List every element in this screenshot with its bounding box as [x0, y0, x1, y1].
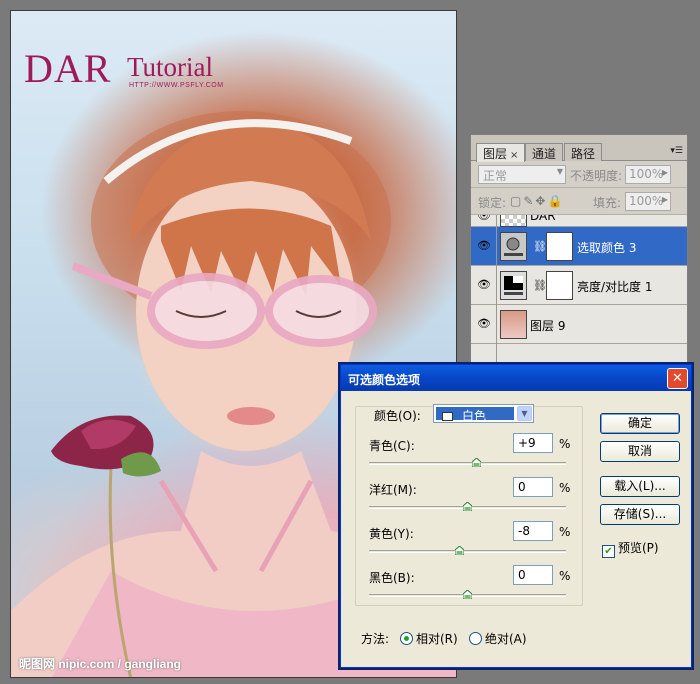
eye-icon[interactable]: 👁: [475, 215, 493, 223]
fill-value: 100%: [629, 194, 664, 208]
close-icon[interactable]: ×: [510, 150, 518, 161]
link-icon: ⛓: [533, 240, 547, 253]
yellow-unit: %: [559, 525, 571, 539]
method-absolute-label: 绝对(A): [485, 632, 527, 646]
logo-tutorial: Tutorial: [127, 52, 214, 82]
black-input[interactable]: 0: [513, 565, 553, 585]
blend-mode-select[interactable]: 正常 ▼: [478, 165, 566, 184]
cyan-slider-track[interactable]: [369, 462, 566, 465]
opacity-label: 不透明度:: [570, 169, 623, 183]
colors-select[interactable]: 白色 ▼: [433, 404, 534, 423]
layer-row-dar[interactable]: 👁 DAR: [471, 215, 687, 246]
magenta-unit: %: [559, 481, 571, 495]
yellow-slider-handle[interactable]: [455, 546, 465, 555]
logo-dar: DAR: [24, 46, 112, 91]
magenta-slider-handle[interactable]: [463, 502, 472, 511]
tab-paths-label: 路径: [571, 147, 596, 161]
chevron-right-icon: ▶: [661, 168, 668, 177]
cyan-label: 青色(C):: [369, 439, 415, 453]
dialog-title: 可选颜色选项: [348, 373, 421, 387]
method-relative-label: 相对(R): [416, 632, 458, 646]
yellow-label: 黄色(Y):: [369, 527, 414, 541]
layers-panel: 图层 × 通道 路径 ▾☰ 正常 ▼ 不透明度: 100% ▶ 锁定: ▢✎✥🔒 …: [470, 134, 688, 371]
mask-thumbnail: [546, 232, 573, 261]
dialog-titlebar[interactable]: 可选颜色选项 ✕: [341, 365, 691, 391]
chevron-down-icon: ▼: [556, 167, 563, 176]
eye-icon[interactable]: 👁: [475, 278, 493, 292]
colors-label: 颜色(O):: [374, 409, 421, 423]
tab-channels[interactable]: 通道: [525, 143, 564, 161]
layer-row-selective-color[interactable]: 👁 ⛓ 选取颜色 3: [471, 227, 687, 266]
eye-icon[interactable]: 👁: [475, 317, 493, 331]
color-swatch: [442, 412, 453, 421]
layer-list: 👁 DAR 👁 ⛓ 选取颜色 3 👁 ⛓ 亮度/对比度 1 �: [471, 215, 687, 371]
tab-layers[interactable]: 图层 ×: [476, 143, 526, 162]
lock-label: 锁定:: [478, 196, 507, 210]
preview-checkbox[interactable]: ✔ 预览(P): [602, 539, 659, 558]
lock-row: 锁定: ▢✎✥🔒 填充: 100% ▶: [471, 188, 687, 215]
chevron-right-icon: ▶: [661, 195, 668, 204]
layer-name: 亮度/对比度 1: [577, 280, 653, 294]
load-button[interactable]: 载入(L)...: [600, 476, 680, 497]
magenta-label: 洋红(M):: [369, 483, 417, 497]
black-slider-handle[interactable]: [463, 590, 472, 599]
panel-menu-icon[interactable]: ▾☰: [670, 146, 683, 156]
save-button[interactable]: 存储(S)...: [600, 504, 680, 525]
preview-label: 预览(P): [618, 541, 659, 555]
logo-url: HTTP://WWW.PSFLY.COM: [129, 82, 224, 89]
tab-layers-label: 图层: [483, 147, 508, 161]
mask-thumbnail: [546, 271, 573, 300]
radio-unselected-icon: [469, 632, 482, 645]
chevron-down-icon[interactable]: ▼: [517, 406, 532, 421]
blend-mode-value: 正常: [483, 169, 508, 183]
black-label: 黑色(B):: [369, 571, 415, 585]
layer-thumbnail: [500, 215, 527, 227]
opacity-value: 100%: [629, 167, 664, 181]
layer-separator: [496, 305, 497, 344]
radio-selected-icon: [400, 632, 413, 645]
opacity-field[interactable]: 100% ▶: [625, 165, 671, 184]
blend-row: 正常 ▼ 不透明度: 100% ▶: [471, 161, 687, 188]
lock-icons[interactable]: ▢✎✥🔒: [510, 194, 564, 208]
layer-name: DAR: [530, 215, 556, 223]
layer-row-layer9[interactable]: 👁 图层 9: [471, 305, 687, 344]
ok-button[interactable]: 确定: [600, 413, 680, 434]
black-unit: %: [559, 569, 571, 583]
close-button[interactable]: ✕: [667, 368, 688, 389]
fill-label: 填充:: [593, 196, 622, 210]
colors-value: 白色: [462, 409, 487, 423]
cyan-input[interactable]: +9: [513, 433, 553, 453]
cancel-button[interactable]: 取消: [600, 441, 680, 462]
colors-selected-option: 白色: [436, 407, 514, 423]
cyan-slider-handle[interactable]: [471, 458, 481, 467]
brightness-contrast-icon: [504, 276, 523, 295]
method-relative-radio[interactable]: 相对(R): [400, 630, 458, 647]
method-label: 方法:: [361, 632, 390, 646]
adjustment-thumbnail: [500, 232, 527, 261]
layer-separator: [496, 266, 497, 305]
layer-row-brightness[interactable]: 👁 ⛓ 亮度/对比度 1: [471, 266, 687, 305]
adjustment-thumbnail: [500, 271, 527, 300]
yellow-input[interactable]: -8: [513, 521, 553, 541]
layer-name: 图层 9: [530, 319, 566, 333]
cyan-unit: %: [559, 437, 571, 451]
tab-paths[interactable]: 路径: [564, 143, 603, 161]
checkmark-icon: ✔: [602, 545, 615, 558]
eye-icon[interactable]: 👁: [475, 239, 493, 253]
layer-thumbnail: [500, 310, 527, 339]
method-absolute-radio[interactable]: 绝对(A): [469, 630, 527, 647]
yellow-slider-track[interactable]: [369, 550, 566, 553]
tab-channels-label: 通道: [532, 147, 557, 161]
layer-separator: [496, 227, 497, 266]
panel-tabs: 图层 × 通道 路径 ▾☰: [471, 135, 687, 162]
layer-name: 选取颜色 3: [577, 241, 637, 255]
fill-field[interactable]: 100% ▶: [625, 192, 671, 211]
watermark: 昵图网 nipic.com / gangliang: [19, 657, 182, 671]
link-icon: ⛓: [533, 279, 547, 292]
selective-color-icon: [504, 237, 523, 256]
selective-color-dialog: 可选颜色选项 ✕ 颜色(O): 白色 ▼ 青色(C): +9 % 洋红(M): …: [340, 364, 692, 668]
magenta-input[interactable]: 0: [513, 477, 553, 497]
